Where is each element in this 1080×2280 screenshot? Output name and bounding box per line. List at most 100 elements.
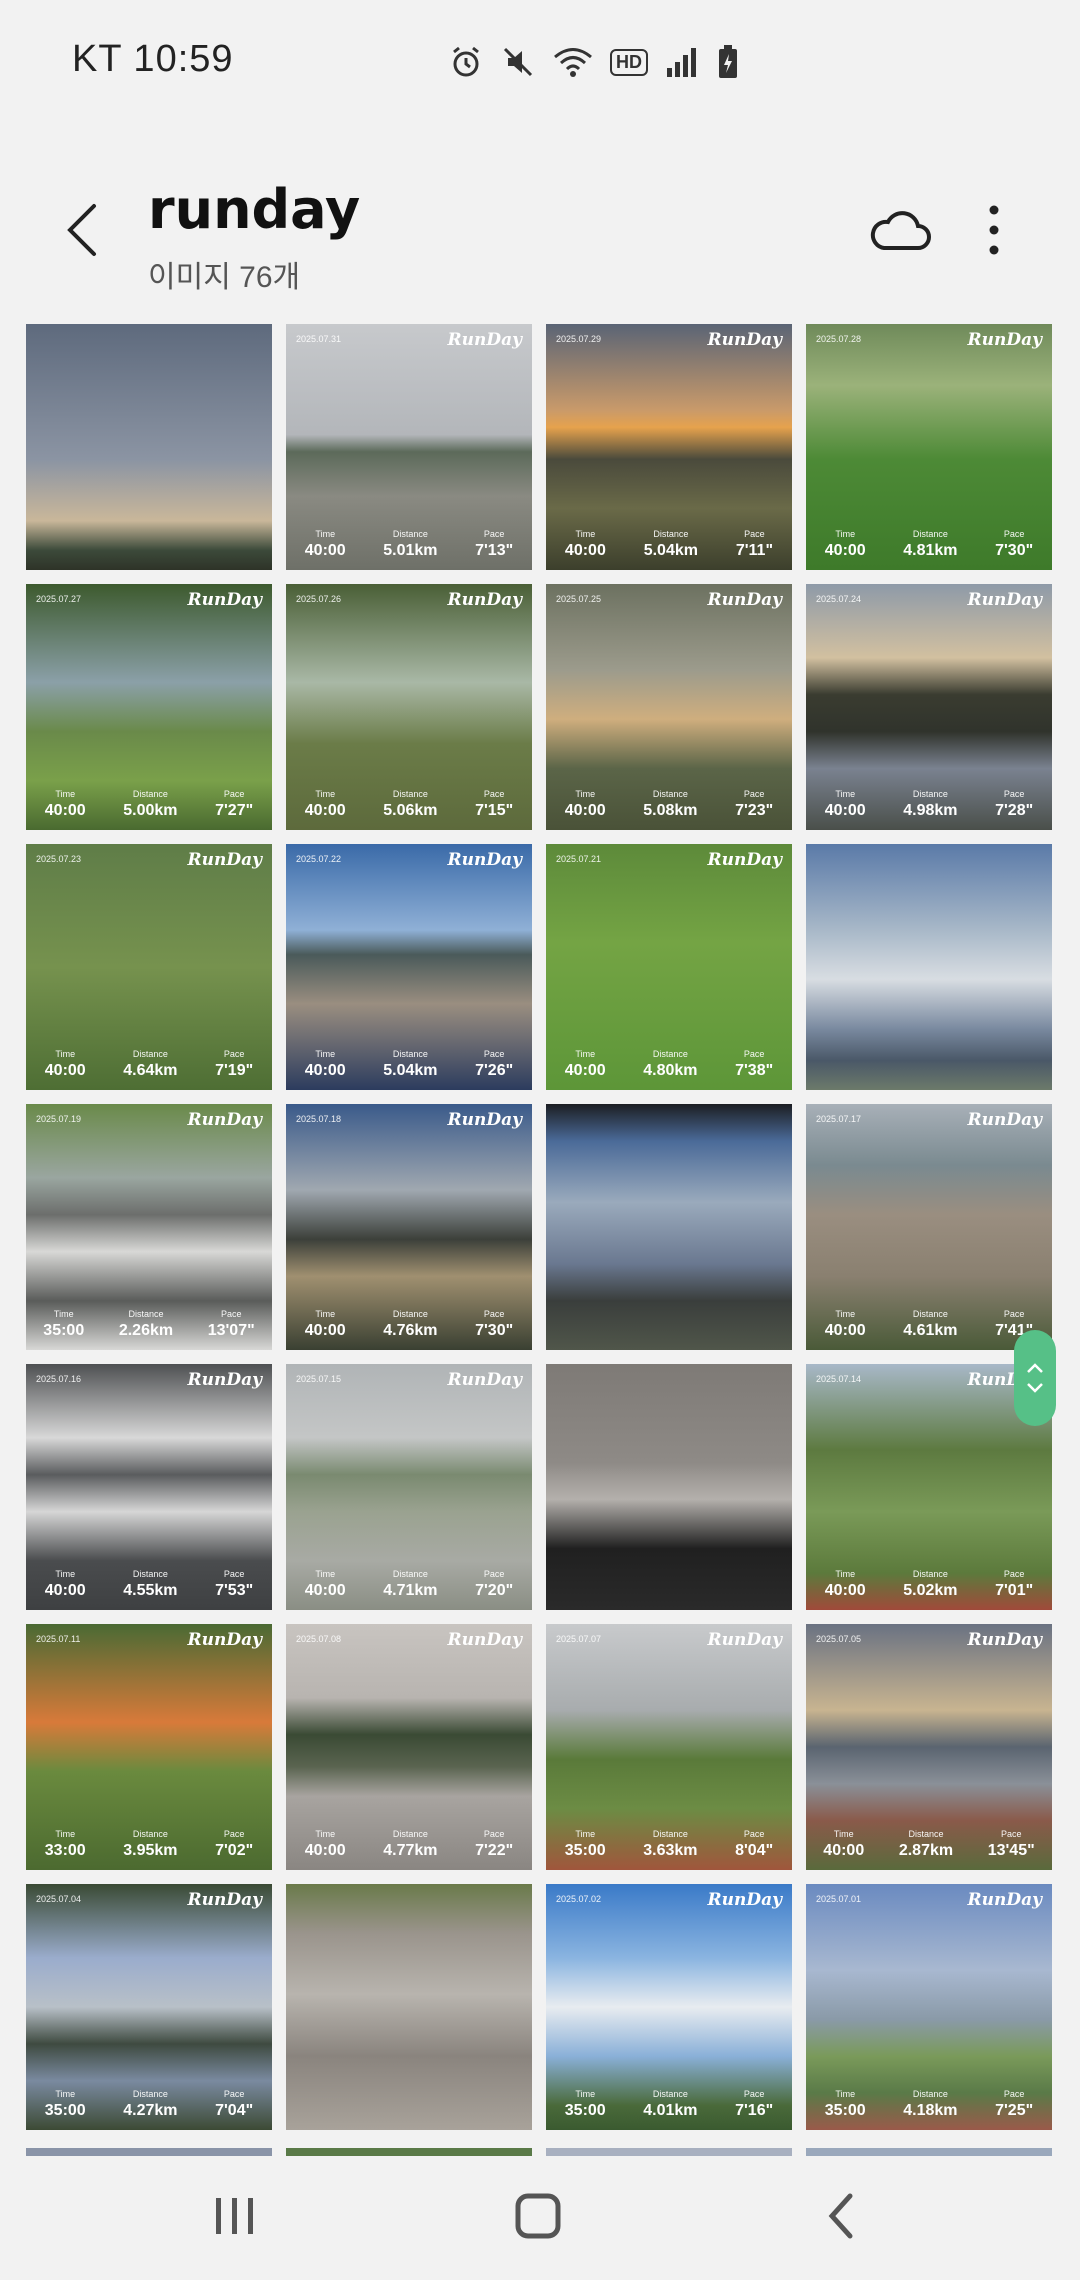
photo-thumbnail[interactable]: 2025.07.25 RunDay Time 40:00 Distance 5.… [546,584,792,830]
stat-value: 7'20" [475,1582,514,1599]
stat-value: 7'23" [735,802,774,819]
photo-thumbnail[interactable]: 2025.07.28 RunDay Time 40:00 Distance 4.… [806,324,1052,570]
photo-thumbnail[interactable]: 2025.07.07 RunDay Time 35:00 Distance 3.… [546,1624,792,1870]
fast-scroll-handle[interactable] [1014,1330,1056,1426]
stat-time: Time 40:00 [305,1309,346,1340]
photo-date: 2025.07.14 [816,1374,862,1384]
photo-thumbnail[interactable]: 2025.07.21 RunDay Time 40:00 Distance 4.… [546,844,792,1090]
stat-time: Time 40:00 [565,789,606,820]
hd-icon: HD [610,48,648,76]
stat-label: Distance [652,789,688,799]
stat-distance: Distance 4.98km [903,789,957,820]
recents-button[interactable] [204,2186,264,2246]
stat-label: Time [575,1829,596,1839]
photo-thumbnail[interactable] [26,324,272,570]
stat-pace: Pace 7'28" [995,789,1033,820]
run-stats: Time 40:00 Distance 5.06km Pace 7'15" [286,789,532,820]
photo-thumbnail[interactable] [806,844,1052,1090]
stat-time: Time 40:00 [823,1829,864,1860]
run-stats: Time 40:00 Distance 5.04km Pace 7'11" [546,529,792,560]
photo-thumbnail-partial[interactable] [26,2148,272,2156]
photo-thumbnail[interactable]: 2025.07.26 RunDay Time 40:00 Distance 5.… [286,584,532,830]
stat-value: 40:00 [564,1062,606,1079]
photo-thumbnail[interactable] [286,1884,532,2130]
stat-value: 7'11" [735,542,774,559]
photo-thumbnail[interactable]: 2025.07.18 RunDay Time 40:00 Distance 4.… [286,1104,532,1350]
stat-value: 40:00 [44,1582,86,1599]
run-stats: Time 40:00 Distance 4.77km Pace 7'22" [286,1829,532,1860]
photo-thumbnail[interactable]: 2025.07.19 RunDay Time 35:00 Distance 2.… [26,1104,272,1350]
photo-thumbnail[interactable]: 2025.07.24 RunDay Time 40:00 Distance 4.… [806,584,1052,830]
stat-distance: Distance 5.04km [644,529,698,560]
photo-thumbnail[interactable] [546,1104,792,1350]
back-button[interactable] [60,200,104,260]
runday-logo: RunDay [707,1630,782,1650]
photo-thumbnail[interactable]: 2025.07.05 RunDay Time 40:00 Distance 2.… [806,1624,1052,1870]
stat-time: Time 40:00 [45,1569,86,1600]
runday-logo: RunDay [187,590,262,610]
photo-thumbnail[interactable]: 2025.07.23 RunDay Time 40:00 Distance 4.… [26,844,272,1090]
photo-date: 2025.07.19 [36,1114,82,1124]
stat-label: Pace [483,1309,505,1319]
photo-thumbnail[interactable]: 2025.07.29 RunDay Time 40:00 Distance 5.… [546,324,792,570]
photo-thumbnail[interactable]: 2025.07.01 RunDay Time 35:00 Distance 4.… [806,1884,1052,2130]
runday-logo: RunDay [447,1370,522,1390]
stat-value: 40:00 [304,1062,346,1079]
stat-label: Pace [744,529,765,539]
stat-value: 13'45" [987,1842,1035,1859]
stat-value: 4.55km [123,1582,178,1599]
photo-thumbnail[interactable]: 2025.07.02 RunDay Time 35:00 Distance 4.… [546,1884,792,2130]
photo-thumbnail[interactable]: 2025.07.15 RunDay Time 40:00 Distance 4.… [286,1364,532,1610]
cloud-icon[interactable] [868,204,932,256]
more-options-button[interactable] [976,200,1012,260]
photo-thumbnail[interactable]: 2025.07.31 RunDay Time 40:00 Distance 5.… [286,324,532,570]
stat-pace: Pace 7'23" [735,789,773,820]
photo-date: 2025.07.27 [36,594,82,604]
photo-date: 2025.07.31 [296,334,342,344]
status-bar: KT 10:59 HD [0,0,1080,120]
photo-thumbnail[interactable]: 2025.07.27 RunDay Time 40:00 Distance 5.… [26,584,272,830]
stat-value: 4.77km [383,1842,438,1859]
stat-label: Pace [220,1309,242,1319]
home-button[interactable] [508,2186,568,2246]
stat-label: Pace [223,789,245,799]
stat-distance: Distance 4.18km [903,2089,957,2120]
photo-thumbnail[interactable]: 2025.07.22 RunDay Time 40:00 Distance 5.… [286,844,532,1090]
photo-date: 2025.07.28 [816,334,862,344]
photo-thumbnail[interactable] [546,1364,792,1610]
stat-value: 7'26" [475,1062,514,1079]
stat-pace: Pace 13'07" [208,1309,255,1340]
runday-logo: RunDay [707,850,782,870]
run-stats: Time 40:00 Distance 5.04km Pace 7'26" [286,1049,532,1080]
carrier-time: KT 10:59 [72,38,234,80]
photo-thumbnail[interactable]: 2025.07.16 RunDay Time 40:00 Distance 4.… [26,1364,272,1610]
photo-date: 2025.07.23 [36,854,82,864]
stat-value: 2.87km [898,1842,954,1859]
photo-thumbnail[interactable]: 2025.07.17 RunDay Time 40:00 Distance 4.… [806,1104,1052,1350]
stat-label: Pace [1003,529,1025,539]
photo-thumbnail-partial[interactable] [286,2148,532,2156]
stat-label: Time [835,789,856,799]
photo-thumbnail[interactable]: 2025.07.08 RunDay Time 40:00 Distance 4.… [286,1624,532,1870]
stat-distance: Distance 4.81km [903,529,957,560]
runday-logo: RunDay [447,850,522,870]
stat-label: Time [53,1309,74,1319]
stat-value: 5.04km [643,542,698,559]
stat-time: Time 40:00 [305,1829,346,1860]
stat-distance: Distance 5.00km [123,789,177,820]
photo-thumbnail[interactable]: 2025.07.11 RunDay Time 33:00 Distance 3.… [26,1624,272,1870]
photo-thumbnail-partial[interactable] [806,2148,1052,2156]
stat-time: Time 40:00 [825,529,866,560]
run-stats: Time 40:00 Distance 4.81km Pace 7'30" [806,529,1052,560]
photo-thumbnail[interactable]: 2025.07.04 RunDay Time 35:00 Distance 4.… [26,1884,272,2130]
stat-label: Time [315,789,336,799]
stat-label: Pace [743,789,765,799]
photo-thumbnail-partial[interactable] [546,2148,792,2156]
stat-value: 7'13" [475,542,514,559]
stat-pace: Pace 7'22" [475,1829,513,1860]
nav-back-button[interactable] [812,2186,872,2246]
wifi-icon [554,48,592,77]
stat-value: 40:00 [304,1582,346,1599]
stat-value: 5.08km [643,802,698,819]
stat-value: 40:00 [824,1582,866,1599]
